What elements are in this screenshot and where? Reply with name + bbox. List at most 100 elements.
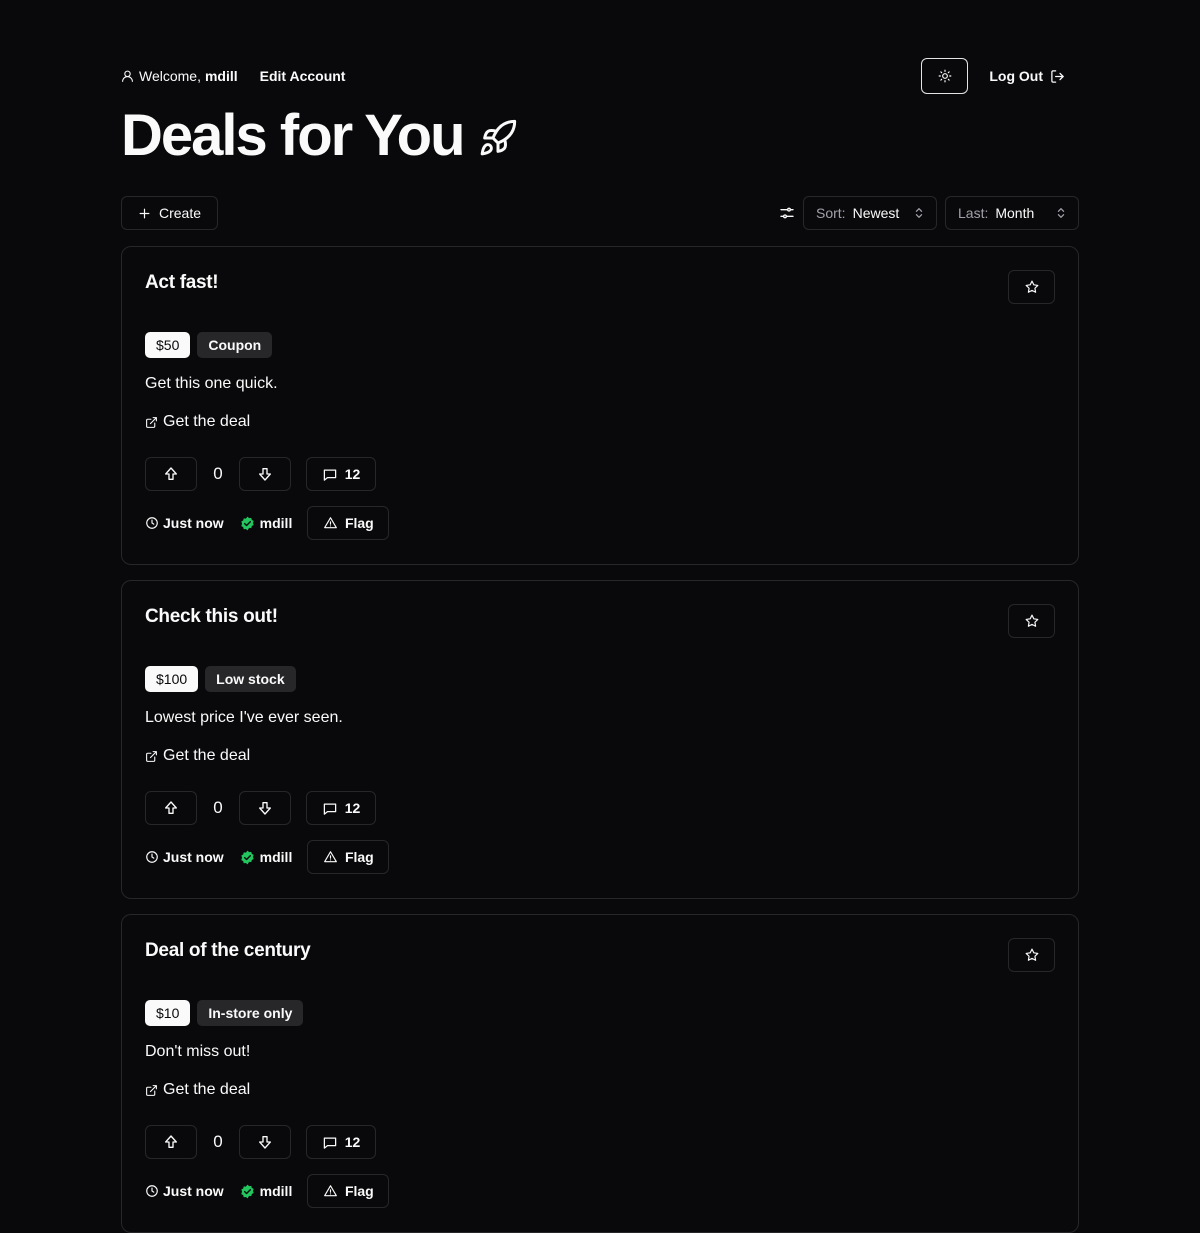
theme-toggle-button[interactable]: [921, 58, 969, 94]
posted-time: Just now: [145, 515, 224, 531]
deal-title[interactable]: Act fast!: [145, 272, 219, 294]
author-name: mdill: [259, 849, 293, 865]
flag-label: Flag: [344, 849, 374, 865]
get-deal-link[interactable]: Get the deal: [145, 747, 250, 765]
author-name: mdill: [259, 515, 293, 531]
favorite-button[interactable]: [1008, 604, 1055, 638]
edit-account-link[interactable]: Edit Account: [260, 68, 346, 84]
posted-time-label: Just now: [163, 1183, 224, 1199]
period-value: Month: [995, 205, 1035, 221]
plus-icon: [139, 208, 150, 218]
deal-card: Deal of the century $10 In-store only Do…: [121, 914, 1079, 1233]
author[interactable]: mdill: [240, 849, 293, 865]
star-icon: [1025, 948, 1038, 961]
arrow-up-icon: [165, 801, 177, 814]
deal-meta: Just now mdill Flag: [145, 506, 390, 540]
upvote-button[interactable]: [145, 457, 197, 491]
tag-badge: Low stock: [205, 666, 296, 692]
welcome-prefix: Welcome,: [139, 68, 201, 84]
vote-controls: 0 12: [145, 457, 376, 491]
price-badge: $10: [145, 1000, 191, 1026]
posted-time: Just now: [145, 849, 224, 865]
deal-card: Act fast! $50 Coupon Get this one quick.…: [121, 246, 1079, 565]
tag-badge: In-store only: [197, 1000, 304, 1026]
verified-badge-icon: [240, 850, 254, 864]
get-deal-label: Get the deal: [163, 747, 251, 764]
clock-icon: [146, 851, 158, 863]
clock-icon: [146, 517, 158, 529]
sort-value: Newest: [852, 205, 900, 221]
arrow-up-icon: [165, 467, 177, 480]
tag-badge: Coupon: [197, 332, 273, 358]
chevrons-up-down-icon: [915, 208, 923, 218]
flag-button[interactable]: Flag: [307, 506, 390, 540]
toolbar: Create Sort: Newest Last: Month: [121, 196, 1079, 230]
get-deal-label: Get the deal: [163, 413, 251, 430]
comments-button[interactable]: 12: [306, 1125, 376, 1159]
get-deal-link[interactable]: Get the deal: [145, 1081, 250, 1099]
arrow-down-icon: [259, 468, 271, 481]
sort-label: Sort:: [816, 205, 846, 221]
deal-description: Lowest price I've ever seen.: [145, 709, 343, 726]
warning-triangle-icon: [324, 517, 337, 529]
create-button[interactable]: Create: [121, 196, 218, 230]
flag-label: Flag: [344, 515, 374, 531]
author[interactable]: mdill: [240, 515, 293, 531]
period-label: Last:: [958, 205, 989, 221]
message-icon: [323, 803, 336, 815]
page-title: Deals for You: [121, 103, 518, 169]
vote-controls: 0 12: [145, 791, 376, 825]
deal-badges: $50 Coupon: [145, 332, 273, 358]
sort-select[interactable]: Sort: Newest: [803, 196, 937, 230]
external-link-icon: [146, 1084, 157, 1096]
warning-triangle-icon: [324, 851, 337, 863]
deal-description: Get this one quick.: [145, 375, 278, 392]
deal-meta: Just now mdill Flag: [145, 1174, 390, 1208]
deal-description: Don't miss out!: [145, 1043, 251, 1060]
posted-time: Just now: [145, 1183, 224, 1199]
flag-label: Flag: [344, 1183, 374, 1199]
author[interactable]: mdill: [240, 1183, 293, 1199]
downvote-button[interactable]: [239, 457, 291, 491]
comments-button[interactable]: 12: [306, 457, 376, 491]
vote-score: 0: [213, 464, 223, 483]
deal-title[interactable]: Deal of the century: [145, 940, 311, 962]
deal-badges: $10 In-store only: [145, 1000, 304, 1026]
favorite-button[interactable]: [1008, 938, 1055, 972]
external-link-icon: [146, 750, 157, 762]
comment-count: 12: [344, 800, 361, 816]
sun-icon: [938, 69, 952, 83]
logout-icon: [1051, 69, 1064, 83]
create-label: Create: [159, 205, 202, 221]
flag-button[interactable]: Flag: [307, 840, 390, 874]
message-icon: [323, 1137, 336, 1149]
sliders-icon[interactable]: [779, 205, 795, 221]
price-badge: $50: [145, 332, 191, 358]
get-deal-link[interactable]: Get the deal: [145, 413, 250, 431]
price-badge: $100: [145, 666, 199, 692]
comments-button[interactable]: 12: [306, 791, 376, 825]
favorite-button[interactable]: [1008, 270, 1055, 304]
vote-score: 0: [213, 798, 223, 817]
downvote-button[interactable]: [239, 791, 291, 825]
logout-button[interactable]: Log Out: [989, 68, 1065, 84]
chevrons-up-down-icon: [1057, 208, 1065, 218]
upvote-button[interactable]: [145, 791, 197, 825]
comment-count: 12: [344, 466, 361, 482]
flag-button[interactable]: Flag: [307, 1174, 390, 1208]
top-bar: Welcome, mdill Edit Account Log Out: [121, 58, 1079, 94]
upvote-button[interactable]: [145, 1125, 197, 1159]
verified-badge-icon: [240, 1184, 254, 1198]
author-name: mdill: [259, 1183, 293, 1199]
arrow-down-icon: [259, 802, 271, 815]
deal-meta: Just now mdill Flag: [145, 840, 390, 874]
posted-time-label: Just now: [163, 849, 224, 865]
arrow-down-icon: [259, 1136, 271, 1149]
message-icon: [323, 469, 336, 481]
rocket-icon: [480, 119, 516, 156]
deal-title[interactable]: Check this out!: [145, 606, 278, 628]
clock-icon: [146, 1185, 158, 1197]
period-select[interactable]: Last: Month: [945, 196, 1079, 230]
posted-time-label: Just now: [163, 515, 224, 531]
downvote-button[interactable]: [239, 1125, 291, 1159]
